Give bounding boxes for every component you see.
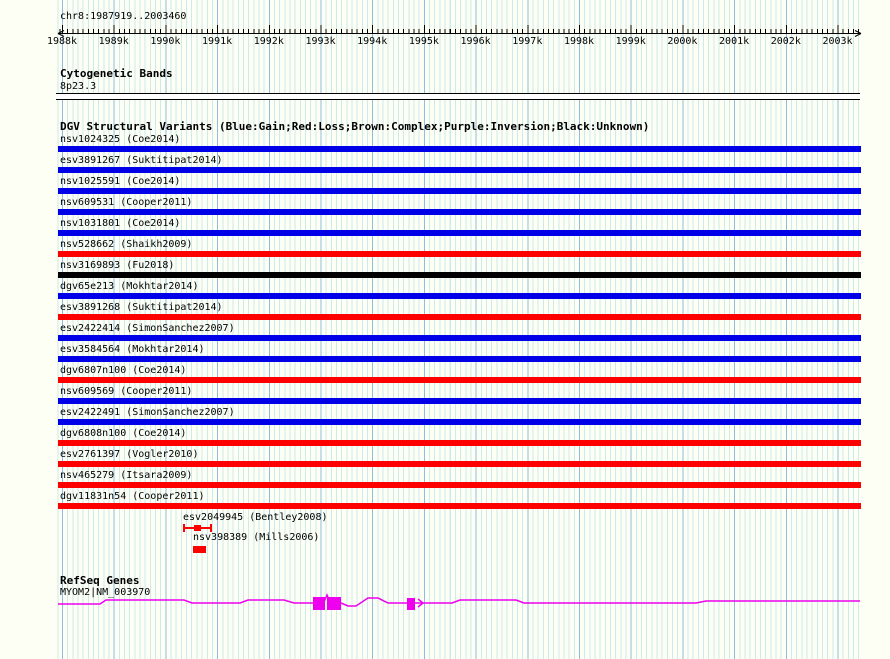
tick-label: 1997k (512, 36, 542, 47)
tick-label: 1992k (254, 36, 284, 47)
variant-row: dgv65e213 (Mokhtar2014) (58, 281, 861, 299)
variant-bar[interactable] (58, 461, 861, 467)
variant-label: dgv6807n100 (Coe2014) (58, 365, 861, 377)
variant-label: nsv398389 (Mills2006) (193, 532, 319, 544)
variant-row: nsv609531 (Cooper2011) (58, 197, 861, 215)
variant-label: nsv3169893 (Fu2018) (58, 260, 861, 272)
variant-label: nsv465279 (Itsara2009) (58, 470, 861, 482)
variant-label: esv3891268 (Suktitipat2014) (58, 302, 861, 314)
exon[interactable] (407, 598, 415, 610)
variant-label: nsv1025591 (Coe2014) (58, 176, 861, 188)
variant-bar[interactable] (58, 293, 861, 299)
variant-bar[interactable] (58, 398, 861, 404)
dgv-section-title: DGV Structural Variants (Blue:Gain;Red:L… (60, 120, 649, 133)
intron-line (58, 598, 860, 606)
tick-label: 1998k (564, 36, 594, 47)
variant-bar[interactable] (58, 335, 861, 341)
variant-bar[interactable] (58, 440, 861, 446)
variant-row: nsv609569 (Cooper2011) (58, 386, 861, 404)
variant-row: esv3584564 (Mokhtar2014) (58, 344, 861, 362)
variant-row: esv2422414 (SimonSanchez2007) (58, 323, 861, 341)
variant-label: nsv1024325 (Coe2014) (58, 134, 861, 146)
tick-label: 2000k (667, 36, 697, 47)
variant-label: esv2049945 (Bentley2008) (183, 512, 328, 524)
tick-label: 1989k (99, 36, 129, 47)
tick-label: 1991k (202, 36, 232, 47)
tick-label: 1990k (150, 36, 180, 47)
variant-bar[interactable] (58, 188, 861, 194)
cytoband-feature[interactable] (56, 93, 860, 100)
variant-bar[interactable] (58, 503, 861, 509)
variant-bar[interactable] (58, 356, 861, 362)
variant-bar[interactable] (58, 377, 861, 383)
variant-label: esv3584564 (Mokhtar2014) (58, 344, 861, 356)
tick-label: 1996k (461, 36, 491, 47)
variant-row: esv2422491 (SimonSanchez2007) (58, 407, 861, 425)
tick-label: 1995k (409, 36, 439, 47)
variant-bar[interactable] (58, 146, 861, 152)
tick-label: 1994k (357, 36, 387, 47)
tick-label: 2002k (771, 36, 801, 47)
variant-label: nsv1031801 (Coe2014) (58, 218, 861, 230)
variant-bar[interactable] (58, 272, 861, 278)
variant-bar[interactable] (193, 546, 206, 553)
variant-row: nsv465279 (Itsara2009) (58, 470, 861, 488)
variant-bar[interactable] (58, 209, 861, 215)
variant-bar[interactable] (58, 230, 861, 236)
variant-bar[interactable] (58, 167, 861, 173)
variant-label: dgv6808n100 (Coe2014) (58, 428, 861, 440)
tick-label: 2001k (719, 36, 749, 47)
variant-bar[interactable] (58, 419, 861, 425)
variant-bar[interactable] (58, 314, 861, 320)
minor-ticks (58, 29, 862, 33)
variant-bar[interactable] (58, 251, 861, 257)
refseq-section-title: RefSeq Genes (60, 574, 139, 587)
tick-label: 1999k (616, 36, 646, 47)
variant-range-glyph[interactable] (183, 524, 212, 532)
gene-model[interactable] (56, 592, 862, 616)
variant-label: dgv11831n54 (Cooper2011) (58, 491, 861, 503)
variant-label: dgv65e213 (Mokhtar2014) (58, 281, 861, 293)
tick-label: 2003k (822, 36, 852, 47)
variant-row: dgv11831n54 (Cooper2011) (58, 491, 861, 509)
variant-bar[interactable] (58, 482, 861, 488)
variant-row: dgv6808n100 (Coe2014) (58, 428, 861, 446)
variant-row: dgv6807n100 (Coe2014) (58, 365, 861, 383)
variant-label: esv2761397 (Vogler2010) (58, 449, 861, 461)
tick-label: 1993k (305, 36, 335, 47)
cytogenetic-section-title: Cytogenetic Bands (60, 67, 173, 80)
variant-row: nsv398389 (Mills2006) (193, 532, 319, 553)
variant-label: esv3891267 (Suktitipat2014) (58, 155, 861, 167)
variant-row: esv2049945 (Bentley2008) (183, 512, 328, 532)
variant-row: esv2761397 (Vogler2010) (58, 449, 861, 467)
variant-label: nsv609531 (Cooper2011) (58, 197, 861, 209)
variant-label: nsv528662 (Shaikh2009) (58, 239, 861, 251)
variant-label: nsv609569 (Cooper2011) (58, 386, 861, 398)
variant-row: nsv528662 (Shaikh2009) (58, 239, 861, 257)
variant-row: nsv1024325 (Coe2014) (58, 134, 861, 152)
tick-label: 1988k (47, 36, 77, 47)
variant-row: esv3891268 (Suktitipat2014) (58, 302, 861, 320)
genome-browser-view: chr8:1987919..2003460 1988k 1989k 1990k … (0, 0, 890, 659)
cytoband-label: 8p23.3 (60, 81, 96, 93)
variant-row: esv3891267 (Suktitipat2014) (58, 155, 861, 173)
variant-row: nsv1031801 (Coe2014) (58, 218, 861, 236)
variant-label: esv2422414 (SimonSanchez2007) (58, 323, 861, 335)
ruler-axis (0, 0, 890, 45)
variant-row: nsv1025591 (Coe2014) (58, 176, 861, 194)
variant-label: esv2422491 (SimonSanchez2007) (58, 407, 861, 419)
exon[interactable] (327, 597, 341, 610)
variant-row: nsv3169893 (Fu2018) (58, 260, 861, 278)
exon[interactable] (313, 597, 325, 610)
